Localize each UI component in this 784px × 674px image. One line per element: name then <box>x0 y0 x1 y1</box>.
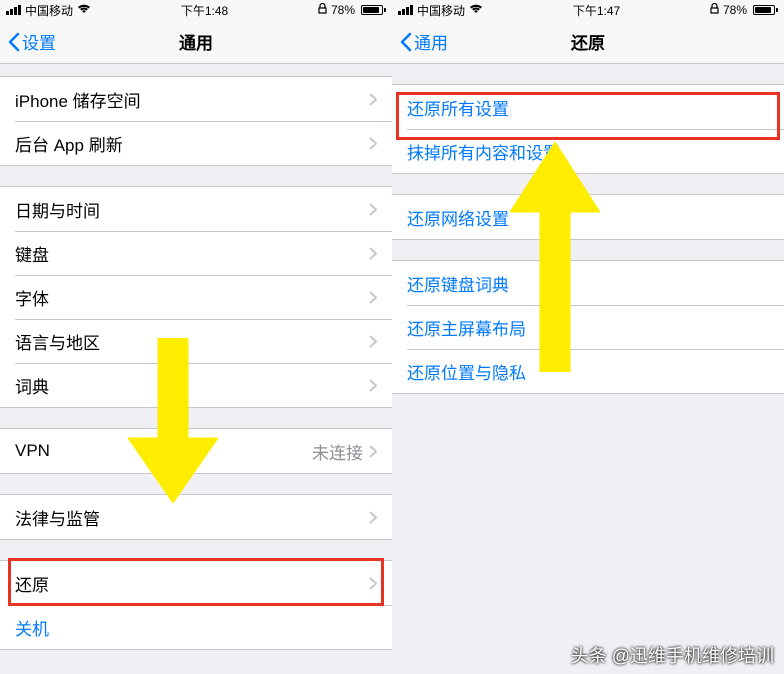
cell-reset[interactable]: 还原 <box>0 561 392 605</box>
cell-reset-home-layout[interactable]: 还原主屏幕布局 <box>392 305 784 349</box>
cell-dictionary[interactable]: 词典 <box>0 363 392 407</box>
cell-label: 法律与监管 <box>15 505 369 530</box>
chevron-right-icon <box>369 203 377 216</box>
page-title: 还原 <box>392 29 784 54</box>
right-screenshot: 中国移动 下午1:47 78% 通用 还原 <box>392 0 784 674</box>
cell-legal[interactable]: 法律与监管 <box>0 495 392 539</box>
chevron-right-icon <box>369 93 377 106</box>
lock-icon <box>318 3 327 17</box>
cell-reset-location-privacy[interactable]: 还原位置与隐私 <box>392 349 784 393</box>
cell-label: 词典 <box>15 373 369 398</box>
cell-value: 未连接 <box>312 439 363 464</box>
cell-label: 键盘 <box>15 241 369 266</box>
chevron-right-icon <box>369 511 377 524</box>
wifi-icon <box>77 4 91 17</box>
cell-label: 抹掉所有内容和设置 <box>407 139 769 164</box>
chevron-right-icon <box>369 291 377 304</box>
nav-bar: 设置 通用 <box>0 20 392 64</box>
chevron-right-icon <box>369 577 377 590</box>
time-label: 下午1:48 <box>181 2 228 19</box>
battery-pct: 78% <box>723 3 747 17</box>
lock-icon <box>710 3 719 17</box>
cell-label: 还原所有设置 <box>407 95 769 120</box>
cell-reset-network[interactable]: 还原网络设置 <box>392 195 784 239</box>
cell-label: 关机 <box>15 615 377 640</box>
cell-label: VPN <box>15 441 312 461</box>
reset-list[interactable]: 还原所有设置 抹掉所有内容和设置 还原网络设置 还原键盘词典 还原主屏幕布局 <box>392 64 784 674</box>
cell-iphone-storage[interactable]: iPhone 储存空间 <box>0 77 392 121</box>
cell-erase-all[interactable]: 抹掉所有内容和设置 <box>392 129 784 173</box>
status-bar: 中国移动 下午1:48 78% <box>0 0 392 20</box>
signal-icon <box>398 5 413 15</box>
left-screenshot: 中国移动 下午1:48 78% 设置 通用 <box>0 0 392 674</box>
cell-label: 还原主屏幕布局 <box>407 315 769 340</box>
signal-icon <box>6 5 21 15</box>
chevron-right-icon <box>369 137 377 150</box>
cell-vpn[interactable]: VPN 未连接 <box>0 429 392 473</box>
battery-icon <box>359 5 386 15</box>
cell-date-time[interactable]: 日期与时间 <box>0 187 392 231</box>
cell-reset-keyboard-dict[interactable]: 还原键盘词典 <box>392 261 784 305</box>
cell-language-region[interactable]: 语言与地区 <box>0 319 392 363</box>
cell-label: 还原 <box>15 571 369 596</box>
battery-icon <box>751 5 778 15</box>
chevron-right-icon <box>369 445 377 458</box>
watermark: 头条 @迅维手机维修培训 <box>571 642 774 668</box>
chevron-right-icon <box>369 335 377 348</box>
settings-list[interactable]: iPhone 储存空间 后台 App 刷新 日期与时间 键盘 <box>0 64 392 674</box>
back-label: 通用 <box>414 29 448 54</box>
cell-label: 还原键盘词典 <box>407 271 769 296</box>
cell-label: 还原位置与隐私 <box>407 359 769 384</box>
carrier-label: 中国移动 <box>417 2 465 19</box>
cell-label: 字体 <box>15 285 369 310</box>
cell-keyboard[interactable]: 键盘 <box>0 231 392 275</box>
nav-bar: 通用 还原 <box>392 20 784 64</box>
cell-label: 语言与地区 <box>15 329 369 354</box>
page-title: 通用 <box>0 29 392 54</box>
battery-pct: 78% <box>331 3 355 17</box>
carrier-label: 中国移动 <box>25 2 73 19</box>
back-button[interactable]: 通用 <box>392 29 448 54</box>
time-label: 下午1:47 <box>573 2 620 19</box>
back-label: 设置 <box>22 29 56 54</box>
status-bar: 中国移动 下午1:47 78% <box>392 0 784 20</box>
cell-fonts[interactable]: 字体 <box>0 275 392 319</box>
chevron-right-icon <box>369 247 377 260</box>
cell-label: 还原网络设置 <box>407 205 769 230</box>
cell-label: iPhone 储存空间 <box>15 87 369 112</box>
wifi-icon <box>469 4 483 17</box>
chevron-right-icon <box>369 379 377 392</box>
cell-shutdown[interactable]: 关机 <box>0 605 392 649</box>
back-button[interactable]: 设置 <box>0 29 56 54</box>
cell-background-refresh[interactable]: 后台 App 刷新 <box>0 121 392 165</box>
cell-label: 日期与时间 <box>15 197 369 222</box>
cell-label: 后台 App 刷新 <box>15 131 369 156</box>
cell-reset-all-settings[interactable]: 还原所有设置 <box>392 85 784 129</box>
